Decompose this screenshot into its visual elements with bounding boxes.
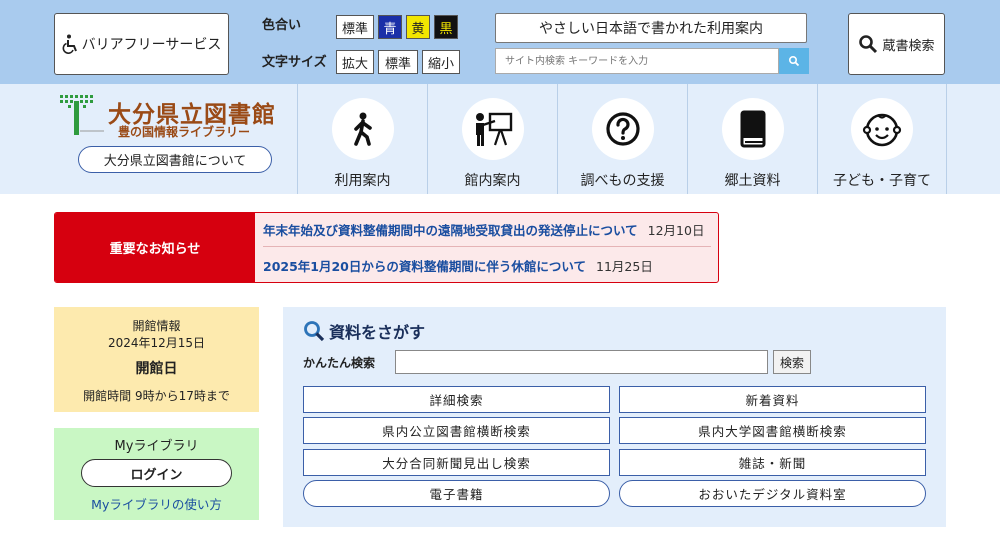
my-library-title: Myライブラリ	[114, 439, 199, 454]
library-logo-subtitle: 豊の国情報ライブラリー	[118, 125, 251, 139]
nav-icon-circle	[591, 98, 654, 160]
search-icon	[859, 35, 878, 54]
magazines-newspapers-button[interactable]: 雑誌・新聞	[619, 449, 926, 476]
nav-label: 利用案内	[334, 173, 391, 189]
prefectural-public-library-search-button[interactable]: 県内公立図書館横断検索	[303, 417, 610, 444]
ebooks-button[interactable]: 電子書籍	[303, 480, 610, 507]
prefectural-university-library-search-button[interactable]: 県内大学図書館横断検索	[619, 417, 926, 444]
opening-info-status: 開館日	[135, 361, 178, 377]
nav-icon-circle	[461, 98, 524, 160]
opening-info-box: 開館情報 2024年12月15日 開館日 開館時間 9時から17時まで	[54, 307, 259, 412]
wheelchair-icon	[62, 34, 77, 54]
question-mark-icon	[605, 112, 640, 146]
search-panel-heading: 資料をさがす	[303, 319, 425, 343]
opening-info-hours: 開館時間 9時から17時まで	[83, 389, 230, 403]
nav-item-usage-guide[interactable]: 利用案内	[297, 84, 427, 194]
advanced-search-button[interactable]: 詳細検索	[303, 386, 610, 413]
font-enlarge-button[interactable]: 拡大	[336, 50, 374, 74]
site-search-input[interactable]	[495, 48, 779, 74]
collection-search-label: 蔵書検索	[882, 38, 935, 54]
nav-label: 郷土資料	[724, 173, 781, 189]
color-blue-button[interactable]: 青	[378, 15, 402, 39]
search-panel-title: 資料をさがす	[329, 323, 426, 342]
barrier-free-button[interactable]: バリアフリーサービス	[54, 13, 229, 75]
notice-link[interactable]: 2025年1月20日からの資料整備期間に伴う休館について	[263, 256, 586, 275]
presenter-board-icon	[475, 112, 512, 146]
notice-item: 2025年1月20日からの資料整備期間に伴う休館について 11月25日	[263, 248, 711, 282]
easy-search-button[interactable]: 検索	[773, 350, 811, 374]
library-logo-mark-icon	[60, 95, 104, 135]
easy-japanese-guide-link[interactable]: やさしい日本語で書かれた利用案内	[495, 13, 807, 43]
nav-icon-circle	[851, 98, 913, 160]
newspaper-headline-search-button[interactable]: 大分合同新聞見出し検索	[303, 449, 610, 476]
notice-link[interactable]: 年末年始及び資料整備期間中の遠隔地受取貸出の発送停止について	[263, 220, 638, 239]
my-library-howto-link[interactable]: Myライブラリの使い方	[54, 494, 259, 513]
library-logo[interactable]: 大分県立図書館 豊の国情報ライブラリー	[60, 95, 285, 145]
opening-info-date: 2024年12月15日	[107, 336, 206, 350]
nav-item-children[interactable]: 子ども・子育て	[817, 84, 947, 194]
nav-label: 子ども・子育て	[833, 173, 931, 189]
collection-search-button[interactable]: 蔵書検索	[848, 13, 945, 75]
book-icon	[740, 110, 765, 148]
easy-search-label: かんたん検索	[303, 356, 376, 370]
notice-item: 年末年始及び資料整備期間中の遠隔地受取貸出の発送停止について 12月10日	[263, 213, 711, 247]
nav-label: 館内案内	[464, 173, 521, 189]
nav-icon-circle	[721, 98, 784, 160]
easy-search-input[interactable]	[395, 350, 768, 374]
color-label: 色合い	[262, 18, 302, 33]
oita-digital-archive-button[interactable]: おおいたデジタル資料室	[619, 480, 926, 507]
search-icon	[788, 55, 800, 67]
about-library-button[interactable]: 大分県立図書館について	[78, 146, 272, 173]
font-standard-button[interactable]: 標準	[378, 50, 418, 74]
login-button[interactable]: ログイン	[81, 459, 232, 487]
search-icon	[304, 321, 325, 342]
site-search-button[interactable]	[779, 48, 809, 74]
walking-person-icon	[353, 112, 372, 146]
material-search-panel: 資料をさがす かんたん検索 検索 詳細検索 新着資料 県内公立図書館横断検索 県…	[283, 307, 946, 527]
child-face-icon	[862, 113, 902, 147]
nav-label: 調べもの支援	[580, 173, 665, 189]
barrier-free-label: バリアフリーサービス	[81, 37, 222, 53]
new-arrivals-button[interactable]: 新着資料	[619, 386, 926, 413]
notice-date: 12月10日	[647, 223, 705, 238]
my-library-box: Myライブラリ ログイン Myライブラリの使い方	[54, 428, 259, 520]
nav-item-research-support[interactable]: 調べもの支援	[557, 84, 687, 194]
important-notice: 重要なお知らせ 年末年始及び資料整備期間中の遠隔地受取貸出の発送停止について 1…	[54, 212, 719, 283]
font-shrink-button[interactable]: 縮小	[422, 50, 460, 74]
notice-date: 11月25日	[596, 258, 653, 274]
color-black-button[interactable]: 黒	[434, 15, 458, 39]
nav-item-floor-guide[interactable]: 館内案内	[427, 84, 557, 194]
nav-item-local-materials[interactable]: 郷土資料	[687, 84, 817, 194]
font-size-label: 文字サイズ	[262, 55, 327, 70]
notice-label: 重要なお知らせ	[55, 213, 255, 282]
opening-info-title: 開館情報	[132, 319, 181, 333]
nav-icon-circle	[331, 98, 394, 160]
color-standard-button[interactable]: 標準	[336, 15, 374, 39]
color-yellow-button[interactable]: 黄	[406, 15, 430, 39]
